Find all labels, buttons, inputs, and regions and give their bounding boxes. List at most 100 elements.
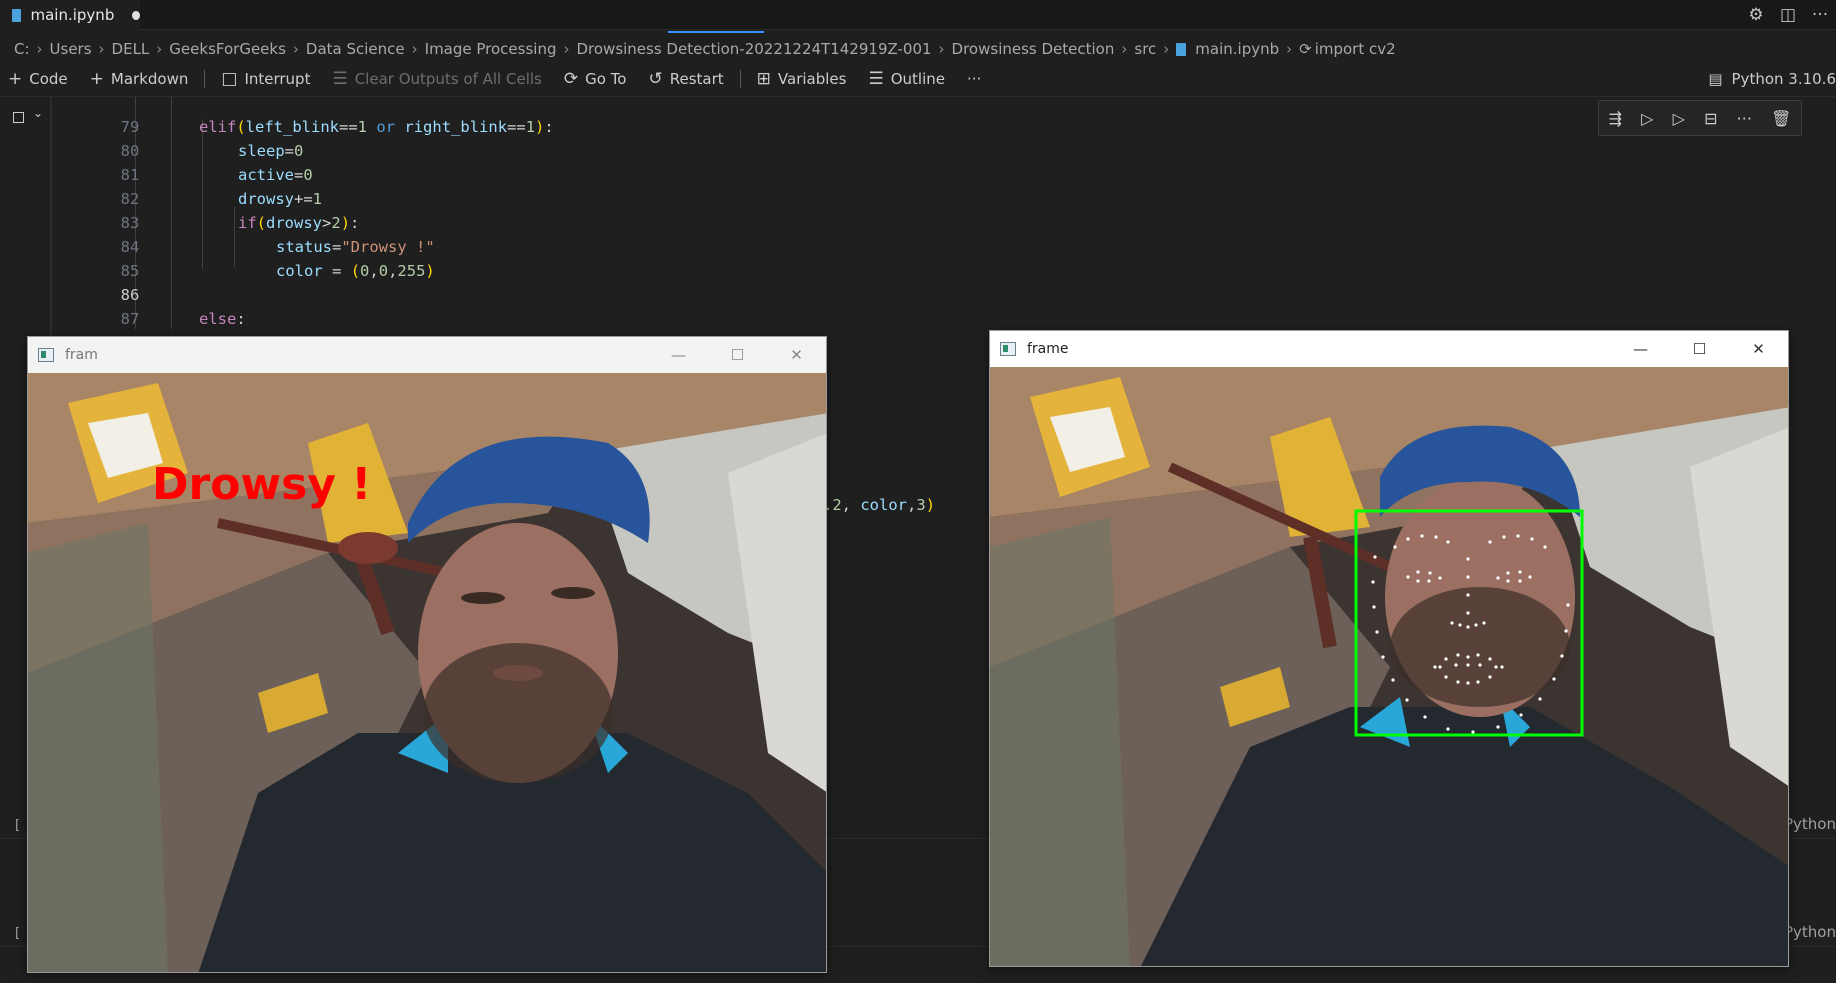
toolbar-divider: [739, 70, 741, 88]
tab-main-ipynb[interactable]: main.ipynb: [0, 0, 140, 30]
breadcrumb: C: › Users › DELL › GeeksForGeeks › Data Sci…: [0, 36, 1836, 62]
variables-button[interactable]: ⊞ Variables: [757, 69, 847, 89]
variables-icon: ⊞: [756, 69, 771, 89]
toolbar-divider: [204, 70, 206, 88]
breadcrumb-item[interactable]: Users: [50, 40, 92, 58]
breadcrumb-item[interactable]: Image Processing: [425, 40, 557, 58]
go-to-icon: ⟳: [563, 69, 579, 89]
stop-icon: □: [221, 69, 238, 89]
chevron-right-icon: ›: [1163, 40, 1170, 58]
outline-button[interactable]: ☰ Outline: [868, 69, 945, 89]
minimize-icon[interactable]: —: [1611, 340, 1670, 358]
chevron-right-icon: ›: [156, 40, 163, 58]
plus-icon: +: [8, 69, 23, 89]
chevron-right-icon: ›: [1121, 40, 1128, 58]
execute-below-icon[interactable]: ▷: [1673, 109, 1685, 128]
breadcrumb-item[interactable]: DELL: [112, 40, 150, 58]
add-code-button[interactable]: + Code: [8, 69, 68, 89]
chevron-right-icon: ›: [98, 40, 105, 58]
chevron-right-icon: ›: [292, 40, 299, 58]
cell-language-label[interactable]: Python: [1784, 815, 1836, 833]
webcam-frame-image: Drowsy !: [28, 373, 826, 972]
split-cell-icon[interactable]: ⊟: [1704, 109, 1717, 128]
window-titlebar[interactable]: fram — ☐ ✕: [28, 337, 826, 373]
code-text: active=0: [238, 166, 313, 184]
add-code-label: Code: [29, 70, 68, 88]
opencv-window-fram[interactable]: fram — ☐ ✕ Drowsy !: [27, 336, 827, 973]
breadcrumb-item[interactable]: src: [1134, 40, 1156, 58]
cell-checkbox[interactable]: [13, 112, 24, 123]
restart-icon: ↺: [648, 69, 663, 89]
code-line: 87: [52, 283, 1652, 328]
window-title: fram: [65, 347, 98, 363]
more-icon[interactable]: ···: [1737, 109, 1752, 128]
outline-icon: ☰: [868, 69, 884, 89]
outline-label: Outline: [890, 70, 945, 88]
code-line: 79: [52, 91, 1652, 136]
toolbar-more-button[interactable]: ···: [967, 70, 981, 88]
breadcrumb-item[interactable]: Drowsiness Detection: [952, 40, 1115, 58]
more-icon[interactable]: ···: [1804, 5, 1836, 25]
breadcrumb-item[interactable]: GeeksForGeeks: [169, 40, 286, 58]
code-text: if(drowsy>2):: [238, 214, 360, 232]
app-icon: [38, 348, 54, 362]
app-icon: [1000, 342, 1016, 356]
split-editor-icon[interactable]: ◫: [1772, 5, 1804, 25]
gear-icon[interactable]: ⚙: [1740, 5, 1772, 25]
go-to-label: Go To: [585, 70, 627, 88]
webcam-frame-image: [990, 367, 1788, 966]
add-markdown-button[interactable]: + Markdown: [90, 69, 189, 89]
chevron-down-icon[interactable]: ⌄: [33, 106, 43, 120]
kernel-icon: ▤: [1708, 70, 1723, 88]
close-icon[interactable]: ✕: [1729, 340, 1788, 358]
breadcrumb-item[interactable]: C:: [14, 40, 30, 58]
run-by-line-icon[interactable]: ⇶: [1609, 109, 1622, 128]
unsaved-dot-icon[interactable]: [132, 10, 140, 20]
chevron-right-icon: ›: [938, 40, 945, 58]
variables-label: Variables: [777, 70, 847, 88]
drowsy-overlay-text: Drowsy !: [152, 459, 372, 510]
breadcrumb-item[interactable]: Data Science: [306, 40, 405, 58]
opencv-window-frame[interactable]: frame — ☐ ✕: [989, 330, 1789, 967]
cell-language-label[interactable]: Python: [1784, 923, 1836, 941]
code-line: 85 status="Drowsy !": [52, 235, 1652, 280]
code-text: else:: [199, 310, 246, 328]
breadcrumb-item[interactable]: Drowsiness Detection-20221224T142919Z-00…: [576, 40, 931, 58]
code-text: status="Drowsy !": [276, 238, 435, 256]
breadcrumb-item[interactable]: import cv2: [1315, 40, 1396, 58]
chevron-right-icon: ›: [36, 40, 43, 58]
cell-exec-bracket: [: [15, 926, 21, 941]
restart-label: Restart: [669, 70, 724, 88]
restart-button[interactable]: ↺ Restart: [648, 69, 723, 89]
code-line: 83 drowsy+=1: [52, 187, 1652, 232]
window-title: frame: [1027, 341, 1069, 357]
interrupt-button[interactable]: □ Interrupt: [221, 69, 310, 89]
code-line: 86 color = (0,0,255): [52, 259, 1652, 304]
code-text: color = (0,0,255): [276, 262, 435, 280]
partial-code-text: .2, color,3): [823, 496, 936, 514]
maximize-icon[interactable]: ☐: [708, 346, 767, 364]
clear-outputs-button[interactable]: ☰ Clear Outputs of All Cells: [332, 69, 541, 89]
go-to-button[interactable]: ⟳ Go To: [564, 69, 627, 89]
chevron-right-icon: ›: [563, 40, 570, 58]
maximize-icon[interactable]: ☐: [1670, 340, 1729, 358]
code-line: 80 elif(left_blink==1 or right_blink==1)…: [52, 115, 1652, 160]
close-icon[interactable]: ✕: [767, 346, 826, 364]
interrupt-label: Interrupt: [244, 70, 311, 88]
code-line: 88 else:: [52, 307, 1652, 352]
tab-label: main.ipynb: [30, 6, 115, 24]
execute-above-icon[interactable]: ▷: [1641, 109, 1653, 128]
delete-icon[interactable]: 🗑: [1771, 109, 1791, 128]
kernel-picker[interactable]: ▤ Python 3.10.6: [1708, 65, 1836, 93]
window-titlebar[interactable]: frame — ☐ ✕: [990, 331, 1788, 367]
code-line: 82 active=0: [52, 163, 1652, 208]
refresh-icon: ⟳: [1299, 40, 1312, 58]
cell-toolbar: ⇶ ▷ ▷ ⊟ ··· 🗑: [1598, 100, 1802, 136]
notebook-toolbar: + Code + Markdown □ Interrupt ☰ Clear Output…: [0, 65, 1836, 93]
chevron-right-icon: ›: [1286, 40, 1293, 58]
breadcrumb-item[interactable]: main.ipynb: [1195, 40, 1279, 58]
tab-bar: main.ipynb ⚙ ◫ ···: [0, 0, 1836, 33]
minimize-icon[interactable]: —: [649, 346, 708, 364]
notebook-file-icon: [1176, 42, 1187, 56]
code-line: 84 if(drowsy>2):: [52, 211, 1652, 256]
